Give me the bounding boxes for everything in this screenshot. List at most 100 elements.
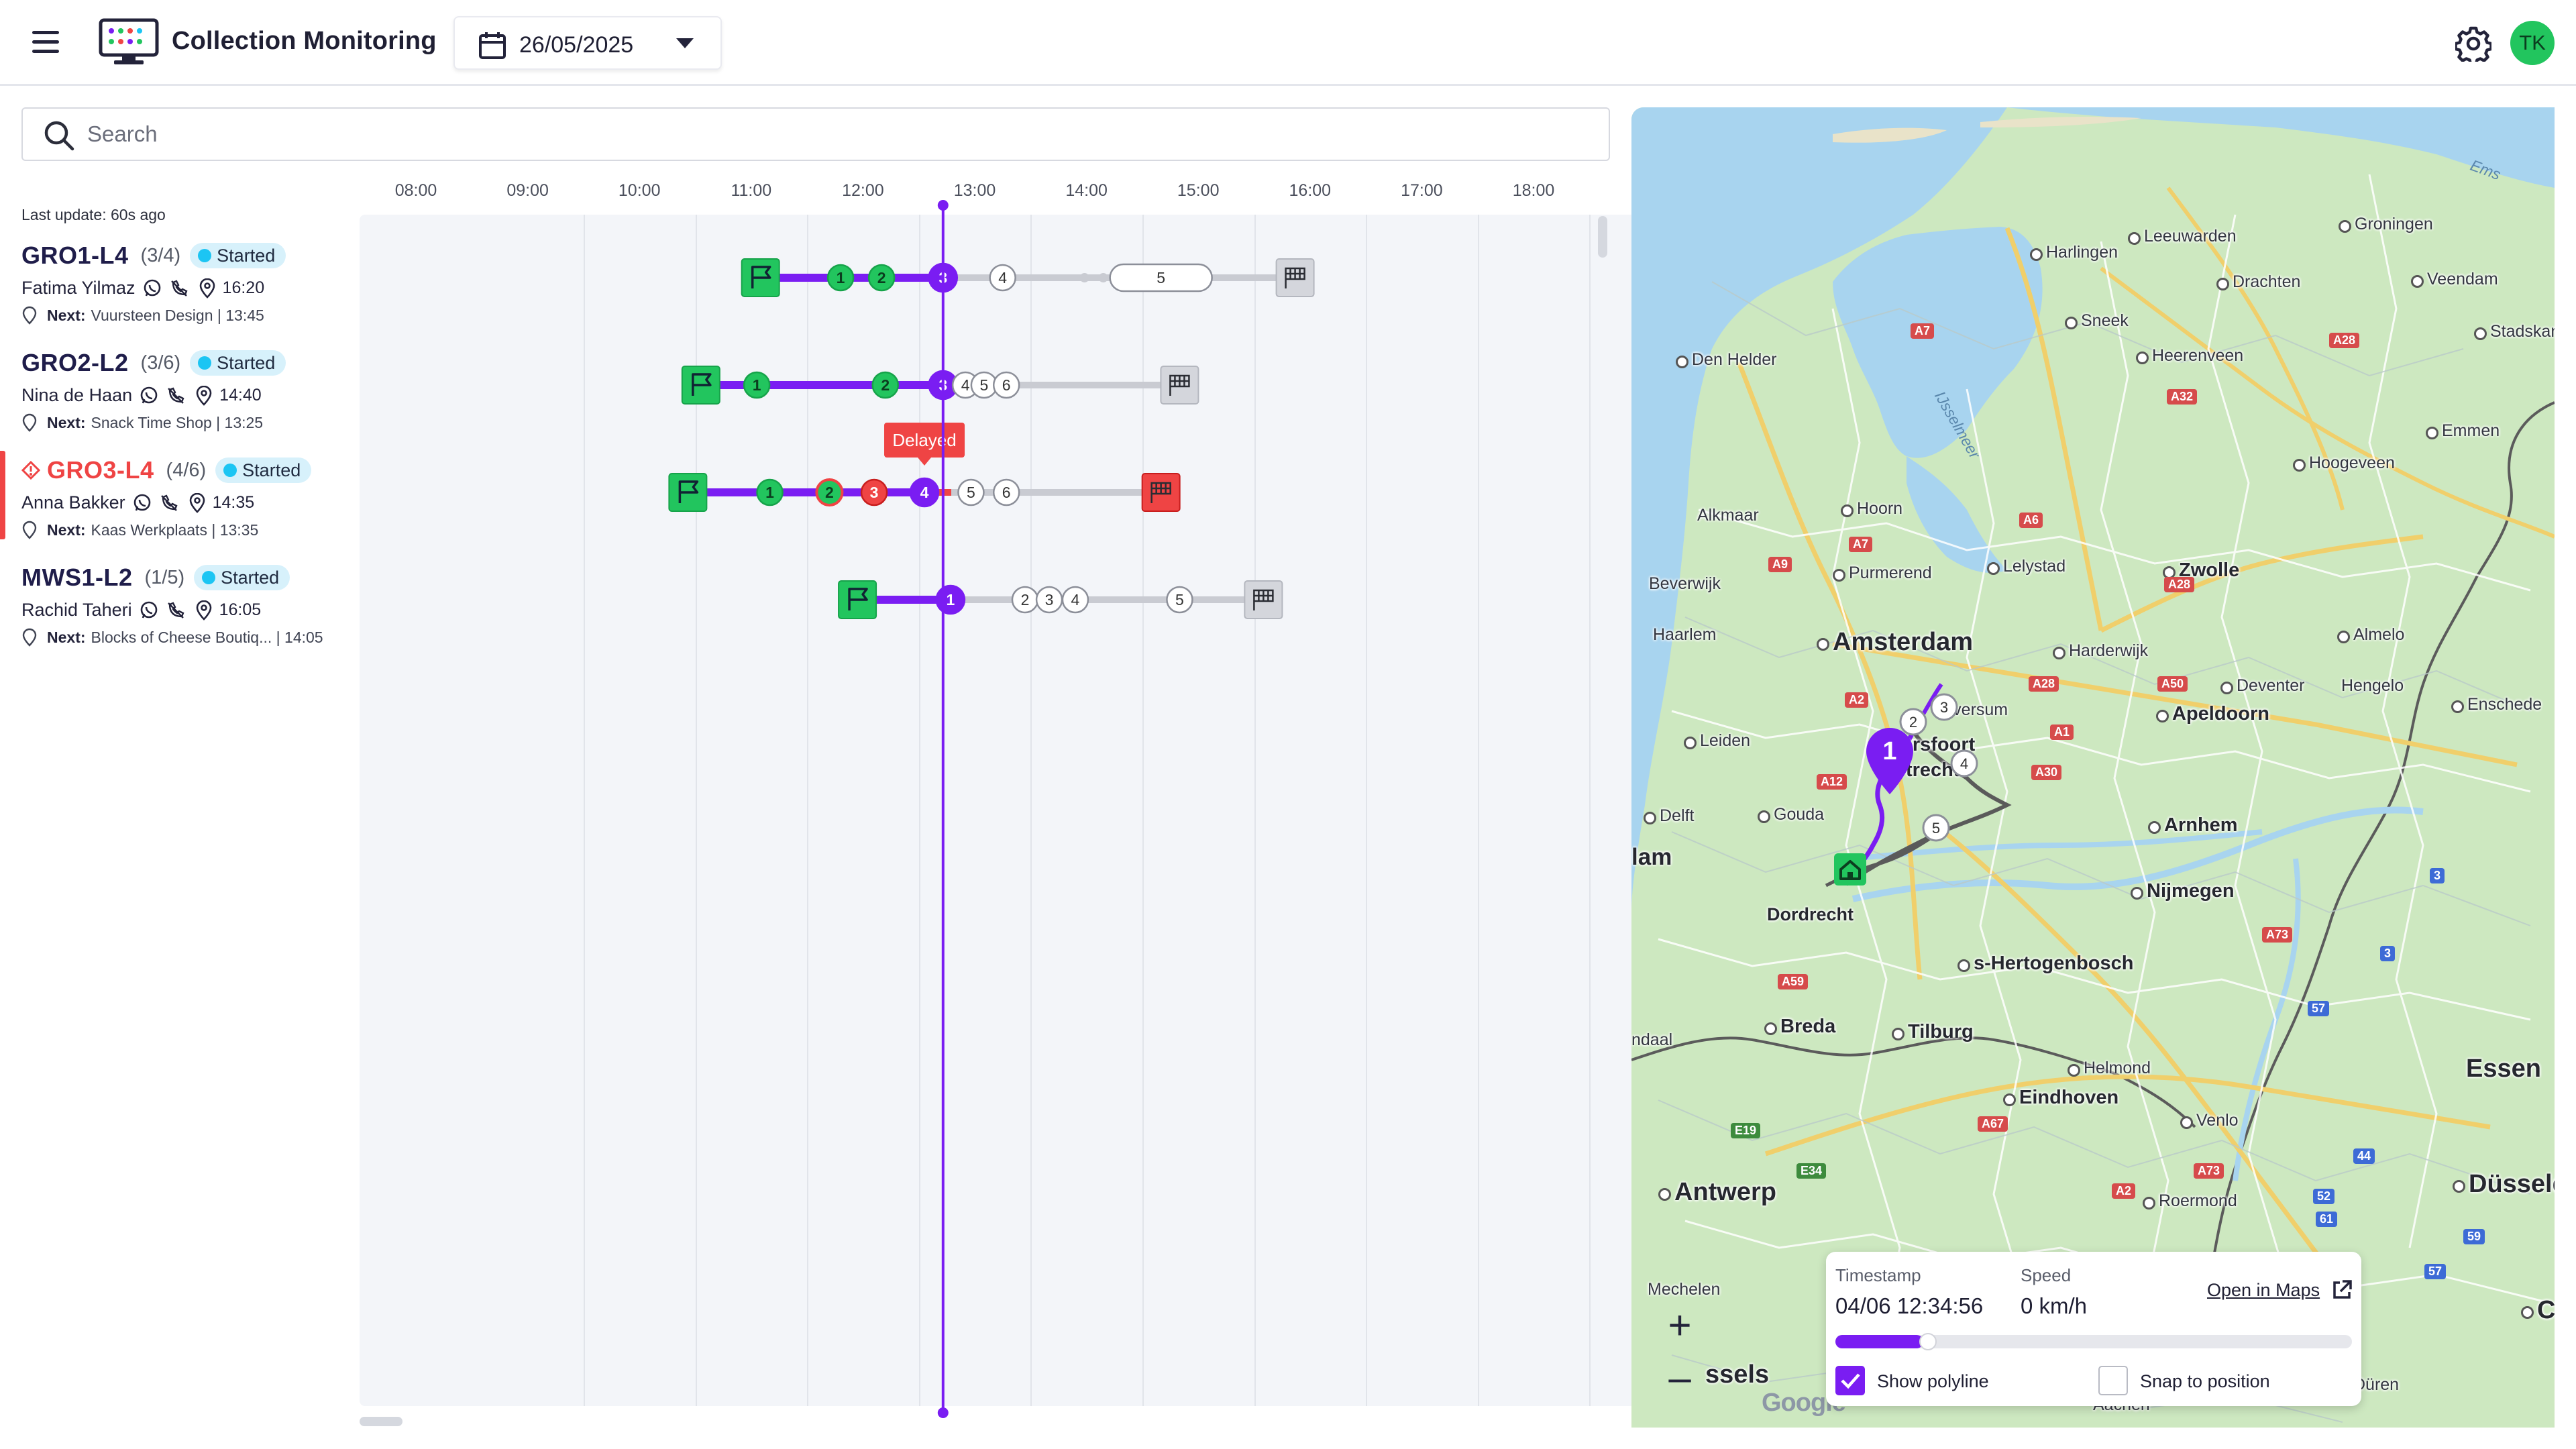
map-stop-label: 5 [1932, 820, 1940, 837]
delayed-tooltip-text: Delayed [892, 430, 956, 450]
highway-shield: A50 [2157, 676, 2188, 692]
highway-shield: A30 [2031, 765, 2062, 780]
map-label-roosendaal: ndaal [1631, 1030, 1673, 1049]
map-label-hoogeveen: Hoogeveen [2292, 453, 2395, 473]
highway-shield: E34 [1796, 1163, 1827, 1179]
map-label-enschede: Enschede [2450, 695, 2542, 714]
timeline-stop-label: 5 [979, 376, 988, 394]
timeline-stop-label: 5 [967, 484, 975, 501]
map-label-essen: Essen [2466, 1055, 2541, 1083]
map-view[interactable]: Amsterdam Groningen Leeuwarden Harlingen… [1631, 107, 2555, 1428]
map-stop-label: 3 [1940, 699, 1948, 716]
timestamp-value: 04/06 12:34:56 [1835, 1293, 1984, 1318]
map-label-almelo: Almelo [2336, 625, 2404, 645]
timeline-stop-label: 3 [870, 484, 879, 501]
playback-slider-handle[interactable] [1919, 1333, 1937, 1350]
map-label-alkmaar: Alkmaar [1697, 506, 1759, 525]
map-depot-marker-home-icon[interactable] [1833, 852, 1868, 887]
vehicle-info-card: Timestamp 04/06 12:34:56 Speed 0 km/h Op… [1826, 1252, 2361, 1406]
map-label-leiden: Leiden [1682, 731, 1750, 751]
map-label-hengelo: Hengelo [2341, 676, 2404, 695]
timeline-stop-label: 4 [920, 484, 929, 501]
map-label-helmond: Helmond [2066, 1059, 2151, 1078]
map-label-emmen: Emmen [2424, 421, 2500, 441]
timeline-stop-label: 4 [1071, 591, 1080, 608]
open-in-maps-link[interactable]: Open in Maps [2207, 1280, 2320, 1301]
gear-icon[interactable] [2455, 25, 2491, 62]
map-label-haarlem: Haarlem [1653, 625, 1717, 644]
map-stop-marker[interactable]: 2 [1898, 707, 1928, 737]
speed-label: Speed [2021, 1265, 2072, 1285]
timeline-stop-label: 6 [1002, 376, 1011, 394]
highway-shield: A28 [2164, 577, 2195, 592]
map-label-gouda: Gouda [1756, 805, 1824, 824]
timestamp-label: Timestamp [1835, 1265, 1921, 1285]
playback-progress-fill [1835, 1335, 1923, 1348]
timeline-stop-label: 3 [1045, 591, 1054, 608]
map-stop-marker[interactable]: 4 [1949, 749, 1979, 778]
playback-slider[interactable] [1835, 1333, 2352, 1350]
map-label-eindhoven: Eindhoven [2002, 1087, 2118, 1109]
highway-shield: 52 [2313, 1189, 2335, 1204]
map-stop-label: 2 [1909, 714, 1917, 731]
map-canvas [1631, 107, 2555, 1428]
timeline-stop-label: 1 [765, 484, 774, 501]
map-label-groningen: Groningen [2337, 215, 2433, 234]
zoom-out-button[interactable]: – [1658, 1358, 1701, 1401]
highway-shield: 59 [2463, 1229, 2485, 1244]
timeline-stop-label: 2 [825, 484, 834, 501]
highway-shield: A32 [2167, 389, 2198, 405]
map-label-breda: Breda [1763, 1016, 1835, 1038]
map-label-amsterdam: Amsterdam [1815, 628, 1973, 657]
map-label-koln: Co [2520, 1296, 2555, 1325]
timeline-stop-label: 4 [961, 376, 970, 394]
map-label-venlo: Venlo [2179, 1111, 2239, 1130]
timeline-stop-label: 4 [998, 269, 1007, 286]
current-time-handle-bottom[interactable] [937, 1407, 949, 1418]
map-label-arnhem: Arnhem [2147, 814, 2238, 837]
timeline-dot [1098, 273, 1108, 282]
user-avatar[interactable]: TK [2510, 21, 2555, 65]
external-link-icon[interactable] [2330, 1279, 2353, 1301]
timeline-stop-label: 2 [881, 376, 890, 394]
highway-shield: A12 [1817, 774, 1847, 790]
timeline-stop-label: 6 [1002, 484, 1011, 501]
map-label-roermond: Roermond [2141, 1191, 2237, 1211]
map-stop-marker[interactable]: 5 [1921, 813, 1951, 843]
timeline-chart: 1234512345612345612345Delayed [668, 200, 1315, 1418]
map-label-purmerend: Purmerend [1831, 564, 1932, 583]
timeline-stop-label: 1 [837, 269, 845, 286]
timeline-stop-label: 1 [947, 591, 955, 608]
show-polyline-checkbox[interactable] [1835, 1366, 1865, 1395]
snap-to-position-label: Snap to position [2140, 1371, 2270, 1391]
checkmark-icon [1841, 1373, 1860, 1389]
map-label-brussels: ssels [1705, 1360, 1770, 1389]
map-label-sneek: Sneek [2063, 311, 2129, 331]
snap-to-position-checkbox[interactable] [2098, 1366, 2128, 1395]
highway-shield: A9 [1768, 557, 1792, 572]
highway-shield: A2 [2112, 1183, 2136, 1199]
map-label-drachten: Drachten [2215, 272, 2300, 292]
highway-shield: 3 [2380, 946, 2396, 961]
map-stop-marker[interactable]: 3 [1929, 692, 1959, 722]
highway-shield: 57 [2308, 1001, 2330, 1016]
highway-shield: A28 [2329, 333, 2360, 348]
map-label-apeldoorn: Apeldoorn [2155, 703, 2269, 725]
speed-value: 0 km/h [2021, 1293, 2088, 1318]
map-label-dusseldorf: Düsseld [2451, 1170, 2555, 1199]
current-time-handle-top[interactable] [937, 200, 949, 211]
timeline-stop-label: 1 [753, 376, 761, 394]
timeline-stop-label: 5 [1175, 591, 1184, 608]
show-polyline-label: Show polyline [1877, 1371, 1989, 1391]
map-label-den-helder: Den Helder [1674, 350, 1776, 370]
map-label-mechelen: Mechelen [1648, 1280, 1721, 1299]
timeline-dot [1079, 273, 1089, 282]
map-label-hoorn: Hoorn [1839, 499, 1902, 519]
map-label-stadskanaal: Stadskanaal [2473, 322, 2555, 341]
map-label-delft: Delft [1642, 806, 1694, 826]
map-label-hertogenbosch: s-Hertogenbosch [1956, 953, 2133, 975]
timeline-stop-label: 2 [1021, 591, 1030, 608]
highway-shield: A1 [2050, 724, 2074, 740]
zoom-in-button[interactable]: + [1658, 1305, 1701, 1348]
highway-shield: 3 [2430, 868, 2445, 883]
